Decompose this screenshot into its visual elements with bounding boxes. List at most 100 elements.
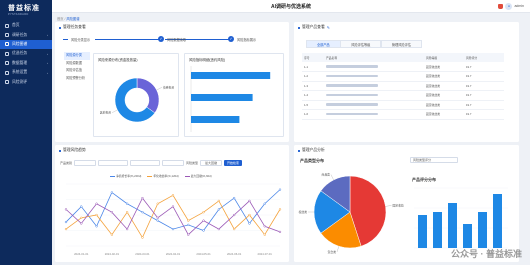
tab-level[interactable]: 风险评估等级 <box>340 40 382 48</box>
table-row[interactable]: 1-5 固定收益类 19.7 <box>302 100 504 110</box>
sidebar-item[interactable]: 系统设置 › <box>0 68 52 77</box>
table-row[interactable]: 1-3 固定收益类 19.7 <box>302 81 504 91</box>
data-point <box>187 233 190 236</box>
step-connector <box>95 38 159 40</box>
data-point <box>278 188 282 191</box>
data-point <box>95 213 98 217</box>
tab-manage[interactable]: 管理风险评估 <box>380 40 422 48</box>
data-point <box>248 213 251 217</box>
sidebar-item[interactable]: 风险测评 <box>0 77 52 86</box>
data-point <box>171 205 175 208</box>
data-point <box>248 222 251 225</box>
data-point <box>95 225 98 228</box>
data-point <box>232 213 236 217</box>
panel-title: 管理产品分析 <box>298 148 325 153</box>
submenu-item[interactable]: 风险预警分析 <box>64 75 90 83</box>
table-row[interactable]: 1-6 固定收益类 19.7 <box>302 109 504 120</box>
x-tick-label: 2024-03-01 <box>135 252 150 256</box>
risk-bar-card: 风险指标明细(违约风险) <box>184 53 284 137</box>
redacted-text <box>326 103 378 106</box>
submenu-item[interactable]: 风险源数据 <box>64 60 90 68</box>
data-point <box>217 208 221 211</box>
trend-filters: 产品类别 风险类型 最大回撤 开始检索 <box>60 160 243 166</box>
chart-title: 产品评分分布 <box>412 177 436 182</box>
title-marker-icon <box>59 149 61 152</box>
data-point <box>156 202 159 205</box>
legend-item[interactable]: 年化收益率(%,120d) <box>147 174 179 178</box>
col-header: 序号 <box>302 53 324 62</box>
risk-score-cell: 19.7 <box>464 100 504 110</box>
data-point <box>80 222 83 225</box>
tab-all[interactable]: 全部产品 <box>306 40 341 48</box>
period-select[interactable]: 最大回撤 <box>200 160 223 166</box>
series-line <box>65 194 281 239</box>
legend-item[interactable]: 净值增长率(%,200d) <box>110 174 141 178</box>
bell-icon[interactable] <box>498 3 504 9</box>
data-point <box>80 216 83 219</box>
pie-leader-line <box>156 87 163 91</box>
redacted-text <box>326 112 378 116</box>
table-row[interactable]: 1-4 固定收益类 19.7 <box>302 90 504 101</box>
pie-label: 固定收益 <box>392 203 403 207</box>
submenu-item[interactable]: 风险源分类 <box>64 52 90 60</box>
product-select-2[interactable] <box>98 160 129 166</box>
avatar[interactable]: A <box>505 2 513 10</box>
sidebar-item[interactable]: 数据管理 › <box>0 59 52 68</box>
product-table: 序号 产品名称 风险等级 风险评分 1-1 固定收益类 19.7 1-2 固定收益类 19… <box>302 53 504 120</box>
step-check-icon[interactable]: ✓ <box>158 35 164 42</box>
menu-icon <box>5 80 9 85</box>
sidebar-item[interactable]: 风险图谱 <box>0 39 52 50</box>
data-point <box>217 199 221 203</box>
redacted-text <box>326 84 378 87</box>
product-name-cell <box>324 71 424 82</box>
date-select[interactable] <box>162 160 185 166</box>
trend-line-chart: 2024-01-01 2024-02-01 2024-03-01 2024-04-01… <box>64 183 282 256</box>
data-point <box>125 211 129 214</box>
data-point <box>125 202 129 205</box>
data-point <box>187 219 190 222</box>
chevron-right-icon: › <box>47 33 48 38</box>
risk-level-cell: 固定收益类 <box>424 100 464 110</box>
table-header-row: 序号 产品名称 风险等级 风险评分 <box>302 53 504 62</box>
product-select[interactable] <box>74 160 97 166</box>
step-check-icon[interactable]: ✓ <box>228 35 234 42</box>
legend-item[interactable]: 最大回撤(%,60d) <box>184 174 212 178</box>
data-point <box>171 194 175 197</box>
data-point <box>232 196 236 200</box>
filter-label: 产品类别 <box>60 161 73 165</box>
watermark: 公众号 · 普益标准 <box>451 249 522 259</box>
data-point <box>263 233 266 236</box>
data-point <box>278 208 282 211</box>
source-pie-chart: 债券投资其他投资 <box>100 77 174 123</box>
table-row[interactable]: 1-1 固定收益类 19.7 <box>302 62 504 72</box>
table-row[interactable]: 1-2 固定收益类 19.7 <box>302 71 504 82</box>
data-point <box>125 227 129 231</box>
score-bar-chart <box>414 187 508 249</box>
data-point <box>64 208 68 211</box>
title-marker-icon <box>59 26 61 29</box>
submenu-item[interactable]: 风险评估值 <box>64 67 90 75</box>
source-pie-card: 风险来源分布(资金投放量) 债券投资 其他投资 <box>93 53 179 137</box>
breadcrumb: 首页 / 风险图谱 <box>57 17 80 21</box>
product-select-3[interactable] <box>130 160 161 166</box>
data-point <box>202 211 205 214</box>
user-menu[interactable]: A admin <box>498 2 524 10</box>
score-type-select[interactable]: 风险类型评分 <box>410 157 458 163</box>
edit-icon[interactable]: ✎ <box>327 25 330 30</box>
sidebar-item[interactable]: 首页 <box>0 21 52 30</box>
data-point <box>64 227 68 231</box>
breadcrumb-home[interactable]: 首页 <box>57 17 64 21</box>
user-name[interactable]: admin <box>514 4 524 8</box>
chevron-right-icon: › <box>47 61 48 66</box>
sidebar-item-label: 风险测评 <box>12 79 28 84</box>
sidebar-item[interactable]: 调研任务 › <box>0 30 52 39</box>
data-point <box>202 229 205 232</box>
product-name-cell <box>324 90 424 101</box>
risk-score-cell: 19.7 <box>464 62 504 72</box>
sidebar-item-label: 首页 <box>12 23 20 28</box>
search-button[interactable]: 开始检索 <box>224 160 243 166</box>
menu-icon <box>5 42 9 47</box>
brand-logo: 普益标准 PYSTANDARD <box>0 0 52 21</box>
data-point <box>187 223 190 227</box>
sidebar-item[interactable]: 优选任务 › <box>0 49 52 58</box>
